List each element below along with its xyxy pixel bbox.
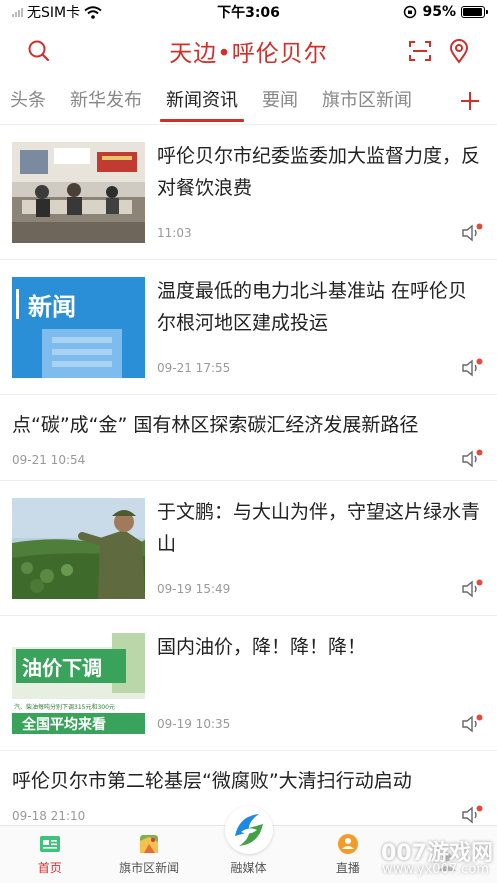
carrier-text: 无SIM卡 xyxy=(27,5,81,21)
speaker-icon[interactable] xyxy=(461,579,483,599)
news-title[interactable]: 点“碳”成“金” 国有林区探索碳汇经济发展新路径 xyxy=(12,409,483,441)
signal-icon xyxy=(12,7,23,17)
news-time: 09-19 15:49 xyxy=(157,582,231,596)
nav-home[interactable]: 首页 xyxy=(0,826,99,883)
news-title[interactable]: 呼伦贝尔市第二轮基层“微腐败”大清扫行动启动 xyxy=(12,765,483,797)
nav-district-news[interactable]: 旗市区新闻 xyxy=(99,826,198,883)
news-thumbnail-placeholder: 新闻 xyxy=(12,277,145,378)
tab-xinhua-release[interactable]: 新华发布 xyxy=(70,80,142,124)
news-feed: 呼伦贝尔市纪委监委加大监督力度，反对餐饮浪费 11:03 新闻 温度最低的电力北… xyxy=(0,124,497,825)
speaker-icon[interactable] xyxy=(461,449,483,469)
nav-label: 旗市区新闻 xyxy=(119,861,180,875)
wifi-icon xyxy=(84,5,102,19)
news-time: 09-19 10:35 xyxy=(157,717,231,731)
thumbnail-oil-bottom: 全国平均来看 xyxy=(21,716,106,733)
news-item[interactable]: 呼伦贝尔市纪委监委加大监督力度，反对餐饮浪费 11:03 xyxy=(0,125,497,260)
battery-percent: 95% xyxy=(422,4,456,20)
thumbnail-oil-text: 油价下调 xyxy=(22,656,102,680)
map-icon xyxy=(140,835,159,853)
app-title: 天边•呼伦贝尔 xyxy=(169,41,328,67)
tab-toutiao[interactable]: 头条 xyxy=(10,80,46,124)
news-time: 11:03 xyxy=(157,226,192,240)
battery-icon xyxy=(461,6,488,18)
tab-district-news[interactable]: 旗市区新闻 xyxy=(322,80,412,124)
nav-media[interactable]: 融媒体 xyxy=(199,806,298,883)
speaker-icon[interactable] xyxy=(461,223,483,243)
app-header: 天边•呼伦贝尔 xyxy=(0,24,497,78)
status-bar: 无SIM卡 下午3:06 95% xyxy=(0,0,497,24)
news-title[interactable]: 国内油价，降！降！降！ xyxy=(157,631,481,663)
speaker-icon[interactable] xyxy=(461,714,483,734)
live-icon xyxy=(337,834,358,854)
nav-user[interactable] xyxy=(398,826,497,883)
thumbnail-news-text: 新闻 xyxy=(28,293,76,321)
news-time: 09-21 17:55 xyxy=(157,361,231,375)
nav-label: 首页 xyxy=(37,861,62,875)
category-tabs: 头条 新华发布 新闻资讯 要闻 旗市区新闻 xyxy=(0,80,497,124)
tab-key-news[interactable]: 要闻 xyxy=(262,80,298,124)
bottom-nav: 首页 旗市区新闻 融媒体 直播 xyxy=(0,806,497,883)
search-icon[interactable] xyxy=(26,38,52,64)
location-icon[interactable] xyxy=(446,38,472,64)
home-icon xyxy=(39,836,60,852)
news-title[interactable]: 呼伦贝尔市纪委监委加大监督力度，反对餐饮浪费 xyxy=(157,140,481,204)
media-logo-icon xyxy=(224,806,273,854)
nav-label: 融媒体 xyxy=(230,861,267,875)
news-time: 09-18 21:10 xyxy=(12,809,86,823)
nav-live[interactable]: 直播 xyxy=(298,826,397,883)
news-item[interactable]: 点“碳”成“金” 国有林区探索碳汇经济发展新路径 09-21 10:54 xyxy=(0,395,497,481)
add-tab-icon[interactable] xyxy=(457,88,483,114)
news-time: 09-21 10:54 xyxy=(12,453,86,467)
news-title[interactable]: 温度最低的电力北斗基准站 在呼伦贝尔根河地区建成投运 xyxy=(157,275,481,339)
news-item[interactable]: 新闻 温度最低的电力北斗基准站 在呼伦贝尔根河地区建成投运 09-21 17:5… xyxy=(0,260,497,395)
user-icon xyxy=(438,852,457,871)
speaker-icon[interactable] xyxy=(461,805,483,825)
nav-label: 直播 xyxy=(335,861,360,875)
status-left: 无SIM卡 xyxy=(12,2,102,22)
news-item[interactable]: 油价下调 汽、柴油每吨分别下调315元和300元 全国平均来看 国内油价，降！降… xyxy=(0,616,497,751)
news-thumbnail-oil-price: 油价下调 汽、柴油每吨分别下调315元和300元 全国平均来看 xyxy=(12,633,145,734)
scan-icon[interactable] xyxy=(407,38,433,64)
orientation-lock-icon xyxy=(404,5,417,19)
tab-news-info[interactable]: 新闻资讯 xyxy=(160,80,244,124)
speaker-icon[interactable] xyxy=(461,358,483,378)
news-thumbnail-ranger xyxy=(12,498,145,599)
tab-fade xyxy=(427,80,457,124)
news-title[interactable]: 于文鹏：与大山为伴，守望这片绿水青山 xyxy=(157,496,481,560)
status-right: 95% xyxy=(403,4,488,20)
news-item[interactable]: 于文鹏：与大山为伴，守望这片绿水青山 09-19 15:49 xyxy=(0,481,497,616)
thumbnail-oil-subtext: 汽、柴油每吨分别下调315元和300元 xyxy=(14,703,115,711)
news-thumbnail-meeting xyxy=(12,142,145,243)
